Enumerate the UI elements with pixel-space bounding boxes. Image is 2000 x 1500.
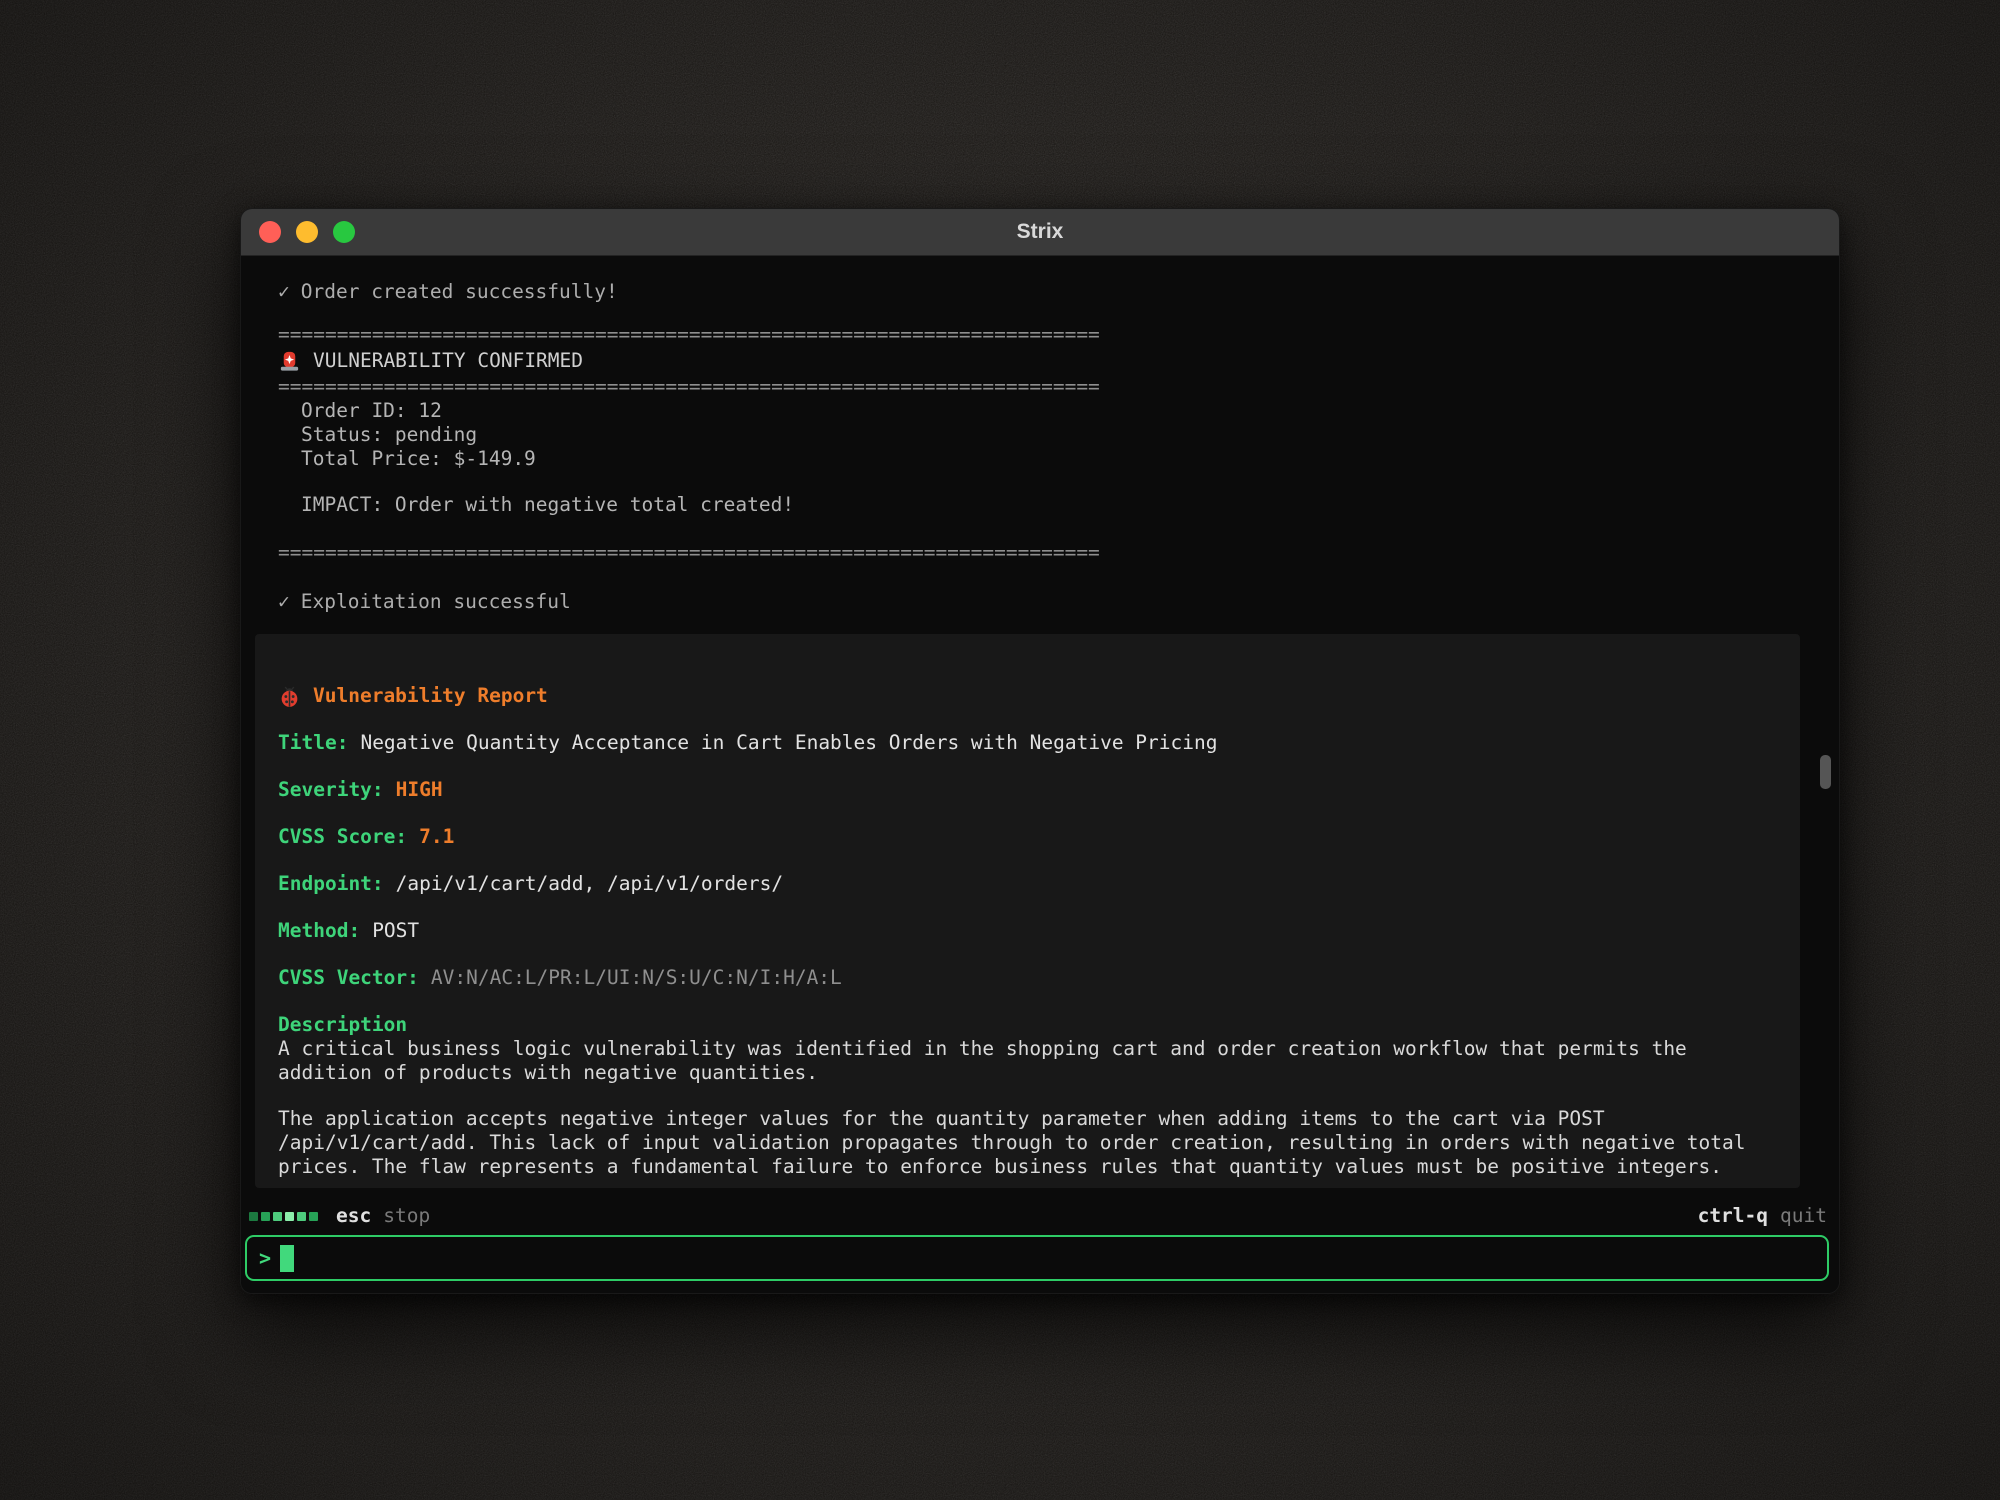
check-icon: ✓ [278,590,290,613]
scrollbar-thumb[interactable] [1820,755,1831,789]
strix-window: Strix ✓ Order created successfully! =====… [240,208,1840,1294]
quit-action-label: quit [1780,1204,1827,1228]
report-heading-text: Vulnerability Report [313,684,548,708]
status-right: ctrl-q quit [1698,1204,1827,1228]
chat-log: ✓ Order created successfully! ===========… [241,256,1839,1293]
text-cursor [280,1245,294,1272]
status-left: esc stop [249,1204,430,1228]
severity-badge: HIGH [396,778,443,801]
field-value: /api/v1/cart/add, /api/v1/orders/ [396,872,783,895]
exploitation-text: Exploitation successful [301,590,571,613]
vulnerability-confirmed-text: VULNERABILITY CONFIRMED [313,349,583,373]
field-label: Endpoint: [278,872,384,895]
order-success-message: ✓ Order created successfully! [278,280,1819,304]
command-input[interactable]: > [245,1235,1829,1281]
description-paragraph-2: The application accepts negative integer… [278,1107,1776,1179]
field-label: Title: [278,731,348,754]
field-label: Severity: [278,778,384,801]
window-title: Strix [241,220,1839,244]
spinner-indicator [249,1212,318,1221]
description-label: Description [278,1013,1776,1037]
vulnerability-confirmed-heading: VULNERABILITY CONFIRMED [278,349,1819,373]
prompt-symbol: > [259,1246,271,1270]
order-success-text: Order created successfully! [301,280,618,303]
status-bar: esc stop ctrl-q quit [249,1204,1827,1228]
field-label: Method: [278,919,360,942]
divider-line: ========================================… [278,323,1819,347]
description-line: /api/v1/cart/add. This lack of input val… [278,1131,1776,1155]
report-field-title: Title: Negative Quantity Acceptance in Ca… [278,731,1776,755]
report-field-cvss-score: CVSS Score: 7.1 [278,825,1776,849]
divider-line: ========================================… [278,375,1819,399]
terminal-body: ✓ Order created successfully! ===========… [241,256,1839,1293]
description-line: The application accepts negative integer… [278,1107,1776,1131]
description-line: prices. The flaw represents a fundamenta… [278,1155,1776,1179]
description-paragraph-1: A critical business logic vulnerability … [278,1037,1776,1085]
report-field-severity: Severity: HIGH [278,778,1776,802]
bug-icon [278,685,301,708]
description-line: A critical business logic vulnerability … [278,1037,1776,1061]
esc-key-hint[interactable]: esc [336,1204,371,1228]
esc-action-label: stop [383,1204,430,1228]
quit-key-hint[interactable]: ctrl-q [1698,1204,1768,1228]
field-value: Negative Quantity Acceptance in Cart Ena… [360,731,1217,754]
field-value: POST [372,919,419,942]
report-field-cvss-vector: CVSS Vector: AV:N/AC:L/PR:L/UI:N/S:U/C:N/… [278,966,1776,990]
exploitation-message: ✓ Exploitation successful [278,590,1819,614]
order-status-line: Status: pending [278,423,1819,447]
siren-icon [278,350,301,373]
field-label: CVSS Vector: [278,966,419,989]
description-line: addition of products with negative quant… [278,1061,1776,1085]
report-heading: Vulnerability Report [278,684,1776,708]
field-label: CVSS Score: [278,825,407,848]
cvss-vector-value: AV:N/AC:L/PR:L/UI:N/S:U/C:N/I:H/A:L [431,966,842,989]
report-field-endpoint: Endpoint: /api/v1/cart/add, /api/v1/order… [278,872,1776,896]
vulnerability-report-panel: Vulnerability Report Title: Negative Quan… [255,634,1800,1188]
report-field-method: Method: POST [278,919,1776,943]
impact-line: IMPACT: Order with negative total create… [278,493,1819,517]
check-icon: ✓ [278,280,290,303]
window-titlebar[interactable]: Strix [241,209,1839,256]
order-total-line: Total Price: $-149.9 [278,447,1819,471]
divider-line: ========================================… [278,541,1819,565]
cvss-score-value: 7.1 [419,825,454,848]
order-id-line: Order ID: 12 [278,399,1819,423]
